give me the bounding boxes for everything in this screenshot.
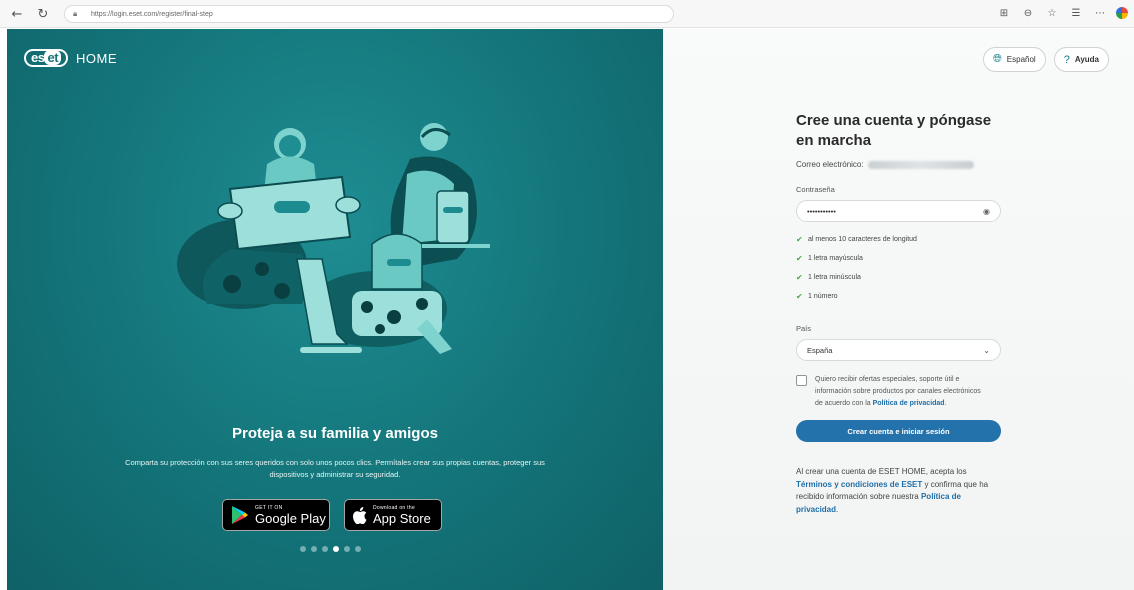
- apple-logo-icon: [353, 506, 367, 524]
- terms-link[interactable]: Términos y condiciones de ESET: [796, 480, 922, 489]
- app-store-small-text: Download on the: [373, 504, 416, 511]
- form-title: Cree una cuenta y póngase en marcha: [796, 112, 992, 149]
- password-value: •••••••••••: [807, 206, 836, 216]
- country-select[interactable]: España ⌄: [796, 339, 1001, 361]
- family-devices-illustration-icon: [177, 123, 490, 354]
- create-account-button[interactable]: Crear cuenta e iniciar sesión: [796, 420, 1001, 442]
- marketing-consent: Quiero recibir ofertas especiales, sopor…: [796, 374, 1001, 410]
- requirement-text: 1 número: [808, 293, 838, 300]
- eset-logo-icon: es et: [24, 49, 69, 67]
- logo-home-text: HOME: [76, 50, 118, 66]
- language-label: Español: [1006, 55, 1036, 64]
- lock-icon: 🔒︎: [73, 9, 78, 18]
- country-label: País: [796, 324, 812, 333]
- consent-text-end: .: [944, 400, 947, 407]
- language-button[interactable]: 🌐︎ Español: [982, 47, 1046, 72]
- registration-form: Cree una cuenta y póngase en marcha Corr…: [796, 111, 1001, 516]
- email-value-redacted: [867, 160, 974, 169]
- address-bar[interactable]: 🔒︎ https://login.eset.com/register/final…: [64, 5, 674, 23]
- requirement-item: ✔ 1 letra mayúscula: [796, 249, 1001, 268]
- favorites-list-icon[interactable]: ☰: [1068, 4, 1084, 22]
- help-button[interactable]: ? Ayuda: [1053, 47, 1109, 72]
- reload-icon[interactable]: ↻: [34, 5, 52, 23]
- globe-icon: 🌐︎: [992, 53, 1002, 65]
- consent-privacy-link[interactable]: Política de privacidad: [873, 400, 945, 407]
- browser-profile-icon[interactable]: [1116, 7, 1128, 19]
- requirement-item: ✔ al menos 10 caracteres de longitud: [796, 230, 1001, 249]
- requirement-text: 1 letra mayúscula: [808, 255, 863, 262]
- browser-toolbar: ← ↻ 🔒︎ https://login.eset.com/register/f…: [0, 0, 1134, 28]
- chevron-down-icon: ⌄: [983, 345, 990, 355]
- check-icon: ✔: [796, 235, 803, 244]
- google-play-small-text: GET IT ON: [255, 504, 283, 511]
- requirement-item: ✔ 1 número: [796, 287, 1001, 306]
- registration-panel: 🌐︎ Español ? Ayuda Cree una cuenta y pón…: [663, 29, 1134, 590]
- url-text: https://login.eset.com/register/final-st…: [91, 10, 213, 18]
- show-password-eye-icon[interactable]: ◉: [983, 207, 990, 216]
- more-menu-icon[interactable]: ⋯: [1092, 4, 1108, 22]
- hero-panel: es et HOME Proteja a su familia y amigos…: [7, 29, 663, 590]
- question-mark-icon: ?: [1063, 53, 1070, 66]
- carousel-dot[interactable]: [300, 546, 306, 552]
- marketing-consent-checkbox[interactable]: [796, 375, 807, 386]
- requirement-text: 1 letra minúscula: [808, 274, 861, 281]
- google-play-icon: [232, 506, 248, 524]
- favorite-star-icon[interactable]: ☆: [1044, 4, 1060, 22]
- country-value: España: [807, 345, 833, 355]
- consent-text: Quiero recibir ofertas especiales, sopor…: [815, 374, 985, 410]
- email-label: Correo electrónico:: [796, 160, 864, 169]
- hero-title: Proteja a su familia y amigos: [232, 425, 438, 442]
- legal-text: Al crear una cuenta de ESET HOME, acepta…: [796, 466, 1001, 516]
- requirement-item: ✔ 1 letra minúscula: [796, 268, 1001, 287]
- legal-text-end: .: [836, 504, 839, 514]
- requirement-text: al menos 10 caracteres de longitud: [808, 236, 917, 243]
- app-store-label: App Store: [373, 510, 431, 526]
- zoom-icon[interactable]: ⊖: [1020, 4, 1036, 22]
- reader-view-icon[interactable]: ⊞: [996, 4, 1012, 22]
- legal-text-1: Al crear una cuenta de ESET HOME, acepta…: [796, 467, 967, 476]
- check-icon: ✔: [796, 254, 803, 263]
- hero-description: Comparta su protección con sus seres que…: [125, 458, 545, 479]
- carousel-dot[interactable]: [355, 546, 361, 552]
- help-label: Ayuda: [1074, 55, 1099, 64]
- google-play-button[interactable]: GET IT ON Google Play: [222, 499, 330, 531]
- password-label: Contraseña: [796, 185, 835, 194]
- eset-home-logo[interactable]: es et HOME: [24, 49, 117, 67]
- password-requirements: ✔ al menos 10 caracteres de longitud ✔ 1…: [796, 230, 1001, 306]
- carousel-dot[interactable]: [344, 546, 350, 552]
- check-icon: ✔: [796, 292, 803, 301]
- password-input[interactable]: ••••••••••• ◉: [796, 200, 1001, 222]
- google-play-label: Google Play: [255, 510, 326, 526]
- app-store-button[interactable]: Download on the App Store: [344, 499, 442, 531]
- carousel-dot[interactable]: [311, 546, 317, 552]
- carousel-dot[interactable]: [322, 546, 328, 552]
- check-icon: ✔: [796, 273, 803, 282]
- back-arrow-icon[interactable]: ←: [8, 5, 26, 23]
- email-row: Correo electrónico:: [796, 160, 1001, 169]
- carousel-dots: [300, 546, 361, 552]
- carousel-dot[interactable]: [333, 546, 339, 552]
